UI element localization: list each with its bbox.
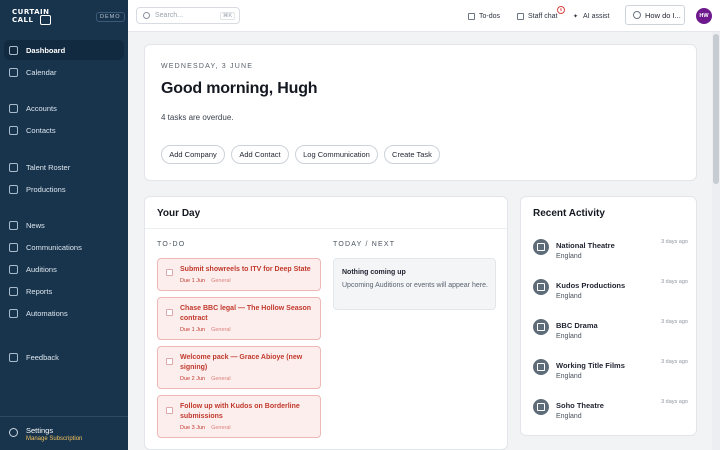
brand-logo[interactable]: CURTAIN CALL: [12, 8, 52, 26]
your-day-title: Your Day: [157, 208, 201, 219]
building-icon: [533, 319, 549, 335]
mail-icon: [9, 242, 18, 252]
calendar-icon: [9, 67, 18, 77]
page-title: Good morning, Hugh: [161, 80, 318, 97]
sidebar: CURTAIN CALL DEMO Dashboard Calendar Acc…: [0, 0, 128, 450]
building-icon: [9, 103, 18, 113]
building-icon: [533, 239, 549, 255]
help-icon: [633, 11, 641, 19]
building-icon: [533, 359, 549, 375]
task-meta: Due 3 Jun General: [180, 425, 231, 431]
ai-assist-button[interactable]: ✦ AI assist: [573, 9, 609, 23]
automation-icon: [9, 308, 18, 318]
gear-icon: [9, 428, 18, 437]
recent-activity-title: Recent Activity: [533, 208, 605, 219]
sidebar-item-news[interactable]: News: [4, 215, 124, 235]
sidebar-item-reports[interactable]: Reports: [4, 281, 124, 301]
sidebar-item-auditions[interactable]: Auditions: [4, 259, 124, 279]
sidebar-item-automations[interactable]: Automations: [4, 303, 124, 323]
your-day-card: Your Day TO-DO TODAY / NEXT Submit showr…: [144, 196, 508, 450]
demo-badge: DEMO: [96, 12, 125, 22]
sidebar-item-calendar[interactable]: Calendar: [4, 62, 124, 82]
avatar[interactable]: HW: [696, 8, 712, 24]
newspaper-icon: [9, 220, 18, 230]
recent-activity-card: Recent Activity National Theatre England…: [520, 196, 697, 436]
task-checkbox[interactable]: [166, 358, 173, 365]
staff-chat-button[interactable]: Staff chat: [517, 9, 557, 23]
search-shortcut: ⌘K: [219, 11, 235, 20]
task-item[interactable]: Welcome pack — Grace Abioye (new signing…: [157, 346, 321, 389]
task-checkbox[interactable]: [166, 269, 173, 276]
checkbox-icon: [468, 12, 475, 20]
task-checkbox[interactable]: [166, 407, 173, 414]
building-icon: [533, 399, 549, 415]
task-meta: Due 2 Jun General: [180, 376, 231, 382]
feedback-icon: [9, 352, 18, 362]
task-meta: Due 1 Jun General: [180, 327, 231, 333]
task-item[interactable]: Submit showreels to ITV for Deep State D…: [157, 258, 321, 291]
task-title: Submit showreels to ITV for Deep State: [180, 266, 311, 273]
task-meta: Due 1 Jun General: [180, 278, 231, 284]
settings-link[interactable]: Settings Manage Subscription: [0, 416, 128, 450]
sidebar-item-communications[interactable]: Communications: [4, 237, 124, 257]
add-company-button[interactable]: Add Company: [161, 145, 225, 164]
logo-mark-icon: [40, 15, 51, 25]
page-scrollbar[interactable]: [712, 32, 720, 450]
empty-state-title: Nothing coming up: [342, 269, 406, 276]
how-do-i-button[interactable]: How do I...: [625, 5, 685, 25]
building-icon: [533, 279, 549, 295]
task-title: Chase BBC legal — The Hollow Season cont…: [180, 305, 312, 322]
todos-button[interactable]: To-dos: [468, 9, 500, 23]
sidebar-item-productions[interactable]: Productions: [4, 179, 124, 199]
todo-label: TO-DO: [157, 241, 186, 248]
sparkle-icon: ✦: [573, 13, 579, 20]
log-communication-button[interactable]: Log Communication: [295, 145, 378, 164]
sidebar-item-contacts[interactable]: Contacts: [4, 120, 124, 140]
scrollbar-thumb[interactable]: [713, 34, 719, 184]
task-title: Welcome pack — Grace Abioye (new signing…: [180, 354, 303, 371]
people-icon: [9, 264, 18, 274]
divider: [145, 228, 507, 229]
empty-state: Nothing coming up Upcoming Auditions or …: [333, 258, 496, 310]
manage-subscription-link[interactable]: Manage Subscription: [26, 436, 82, 442]
activity-item[interactable]: BBC Drama England 3 days ago: [533, 319, 688, 349]
top-bar: Search... ⌘K To-dos Staff chat 6 ✦ AI as…: [128, 0, 720, 32]
task-item[interactable]: Follow up with Kudos on Borderline submi…: [157, 395, 321, 438]
task-item[interactable]: Chase BBC legal — The Hollow Season cont…: [157, 297, 321, 340]
sidebar-item-dashboard[interactable]: Dashboard: [4, 40, 124, 60]
greeting-card: WEDNESDAY, 3 JUNE Good morning, Hugh 4 t…: [144, 44, 697, 181]
chat-icon: [517, 12, 524, 20]
activity-item[interactable]: Working Title Films England 3 days ago: [533, 359, 688, 389]
film-icon: [9, 184, 18, 194]
task-title: Follow up with Kudos on Borderline submi…: [180, 403, 300, 420]
contact-card-icon: [9, 125, 18, 135]
search-input[interactable]: Search... ⌘K: [136, 7, 240, 24]
person-icon: [9, 162, 18, 172]
task-checkbox[interactable]: [166, 309, 173, 316]
activity-item[interactable]: Soho Theatre England 3 days ago: [533, 399, 688, 429]
activity-item[interactable]: Kudos Productions England 3 days ago: [533, 279, 688, 309]
overdue-summary: 4 tasks are overdue.: [161, 113, 234, 122]
sidebar-item-talent-roster[interactable]: Talent Roster: [4, 157, 124, 177]
sidebar-item-feedback[interactable]: Feedback: [4, 347, 124, 367]
dashboard-icon: [9, 45, 18, 55]
report-icon: [9, 286, 18, 296]
sidebar-item-accounts[interactable]: Accounts: [4, 98, 124, 118]
add-contact-button[interactable]: Add Contact: [231, 145, 289, 164]
activity-item[interactable]: National Theatre England 3 days ago: [533, 239, 688, 269]
current-date: WEDNESDAY, 3 JUNE: [161, 63, 254, 70]
today-next-label: TODAY / NEXT: [333, 241, 396, 248]
create-task-button[interactable]: Create Task: [384, 145, 440, 164]
chat-count-badge: 6: [557, 6, 565, 14]
empty-state-description: Upcoming Auditions or events will appear…: [342, 282, 488, 289]
search-icon: [143, 12, 150, 19]
